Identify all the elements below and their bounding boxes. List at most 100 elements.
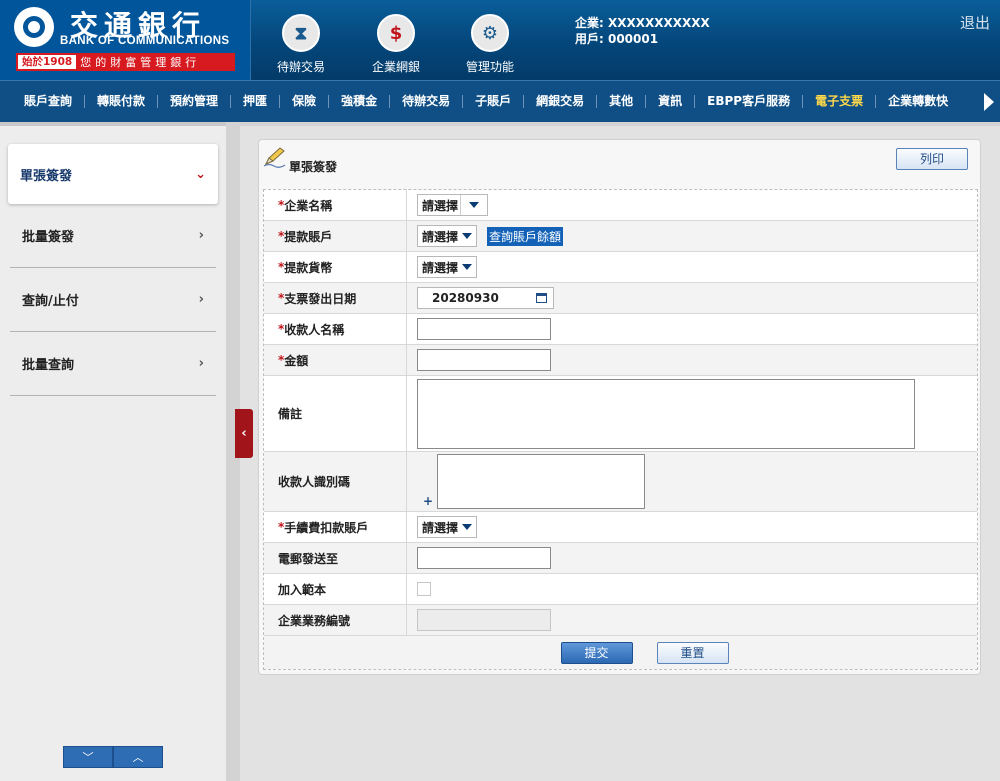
issue-date-label: 支票發出日期 (284, 291, 357, 306)
gears-icon: ⚙ (471, 14, 509, 52)
date-value: 20280930 (432, 291, 499, 305)
nav-corporate-banking[interactable]: $ 企業網銀 (361, 14, 431, 75)
fee-account-select[interactable]: 請選擇 (417, 516, 478, 538)
form-actions: 提交 重置 (264, 636, 977, 669)
submit-button[interactable]: 提交 (560, 641, 633, 664)
scroll-down-button[interactable]: ﹀ (63, 746, 113, 768)
currency-label: 提款貨幣 (284, 260, 333, 275)
menu-item[interactable]: EBPP客戶服務 (695, 95, 804, 108)
debit-account-select[interactable]: 請選擇 (417, 225, 478, 247)
form-row-add-template: 加入範本 (264, 574, 977, 605)
chevron-up-icon: ︿ (132, 751, 144, 764)
nav-management[interactable]: ⚙ 管理功能 (455, 14, 525, 75)
form-row-fee-account: * 手續費扣款賬戶 請選擇 (264, 512, 977, 543)
menu-item[interactable]: 押匯 (231, 95, 281, 108)
user-info: 企業: XXXXXXXXXXX 用戶: 000001 (575, 15, 710, 47)
payee-id-textarea[interactable] (437, 454, 646, 509)
remarks-textarea[interactable] (417, 378, 915, 449)
menu-item[interactable]: 賬戶查詢 (12, 95, 86, 108)
nav-label: 企業網銀 (371, 60, 420, 74)
chevron-down-icon: ⌄ (195, 166, 206, 182)
dropdown-arrow-icon (462, 524, 473, 530)
add-payee-id-button[interactable]: + (423, 494, 433, 508)
currency-select[interactable]: 請選擇 (417, 256, 478, 278)
main-menu-bar: 賬戶查詢 轉賬付款 預約管理 押匯 保險 強積金 待辦交易 子賬戶 網銀交易 其他 資訊 EBPP客戶… (0, 80, 1000, 122)
menu-item[interactable]: 其他 (597, 95, 647, 108)
logout-link[interactable]: 退出 (960, 12, 990, 33)
dropdown-arrow-icon (469, 202, 480, 208)
logo-tagline: 您的財富管理銀行 (80, 56, 201, 69)
dropdown-arrow-icon (462, 264, 473, 270)
form-row-company: * 企業名稱 請選擇 (264, 190, 977, 221)
payee-name-input[interactable] (417, 318, 551, 340)
sidebar-item-batch-query[interactable]: 批量查詢 › (10, 332, 216, 396)
business-ref-input (417, 609, 551, 631)
menu-item[interactable]: 預約管理 (158, 95, 232, 108)
menu-item[interactable]: 轉賬付款 (85, 95, 159, 108)
company-name-label: 企業名稱 (284, 198, 333, 213)
chevron-right-icon: › (198, 228, 204, 243)
company-id: 企業: XXXXXXXXXXX (575, 16, 710, 30)
sidebar-item-label: 批量查詢 (22, 358, 75, 373)
form-row-currency: * 提款貨幣 請選擇 (264, 252, 977, 283)
bank-logo[interactable]: 交通銀行 BANK OF COMMUNICATIONS 始於1908 您的財富管… (0, 0, 251, 80)
menu-item[interactable]: 資訊 (646, 95, 696, 108)
nav-pending-transactions[interactable]: ⧗ 待辦交易 (266, 14, 336, 75)
menu-item[interactable]: 電子支票 (803, 95, 877, 108)
sidebar-item-label: 批量簽發 (22, 230, 75, 245)
email-label: 電郵發送至 (278, 551, 339, 566)
chevron-left-icon: ‹ (241, 426, 247, 441)
page-title: 單張簽發 (289, 160, 338, 174)
nav-label: 待辦交易 (276, 60, 325, 74)
menu-item[interactable]: 強積金 (329, 95, 391, 108)
company-name-select[interactable]: 請選擇 (417, 194, 489, 216)
sidebar-scroll-buttons: ﹀ ︿ (63, 746, 163, 768)
fee-account-label: 手續費扣款賬戶 (284, 520, 369, 535)
user-id: 用戶: 000001 (575, 32, 659, 46)
reset-button[interactable]: 重置 (656, 641, 729, 664)
add-template-checkbox[interactable] (417, 582, 431, 596)
nav-label: 管理功能 (465, 60, 514, 74)
select-value: 請選擇 (422, 260, 459, 275)
sidebar-item-single-issue[interactable]: 單張簽發 ⌄ (8, 144, 218, 204)
menu-scroll-right-icon[interactable] (984, 93, 994, 111)
debit-account-label: 提款賬戶 (284, 229, 333, 244)
menu-item[interactable]: 待辦交易 (390, 95, 464, 108)
form-row-amount: * 金額 (264, 345, 977, 376)
calendar-icon[interactable] (536, 293, 547, 303)
scroll-up-button[interactable]: ︿ (113, 746, 163, 768)
chevron-right-icon: › (198, 356, 204, 371)
logo-since: 始於1908 (18, 55, 77, 69)
top-header: 交通銀行 BANK OF COMMUNICATIONS 始於1908 您的財富管… (0, 0, 1000, 80)
add-template-label: 加入範本 (278, 582, 327, 597)
sidebar-item-query-stop[interactable]: 查詢/止付 › (10, 268, 216, 332)
select-value: 請選擇 (422, 198, 459, 213)
issue-date-field[interactable]: 20280930 (417, 287, 554, 309)
menu-item[interactable]: 子賬戶 (463, 95, 525, 108)
dropdown-arrow-icon (462, 233, 473, 239)
form-row-issue-date: * 支票發出日期 20280930 (264, 283, 977, 314)
collapse-sidebar-button[interactable]: ‹ (235, 409, 253, 458)
form-row-remarks: 備註 (264, 376, 977, 452)
chevron-right-icon: › (198, 292, 204, 307)
query-balance-link[interactable]: 查詢賬戶餘額 (487, 226, 564, 246)
print-button[interactable]: 列印 (896, 148, 968, 170)
logo-english-name: BANK OF COMMUNICATIONS (60, 35, 230, 47)
amount-input[interactable] (417, 349, 551, 371)
form-row-payee-id: 收款人識別碼 + (264, 452, 977, 512)
select-value: 請選擇 (422, 229, 459, 244)
menu-item[interactable]: 網銀交易 (524, 95, 598, 108)
email-input[interactable] (417, 547, 551, 569)
menu-item[interactable]: 企業轉數快 (876, 95, 960, 108)
hourglass-icon: ⧗ (282, 14, 320, 52)
payee-id-label: 收款人識別碼 (278, 475, 351, 489)
sidebar-item-batch-issue[interactable]: 批量簽發 › (10, 204, 216, 268)
bank-emblem-icon (14, 7, 54, 47)
form-row-debit-account: * 提款賬戶 請選擇 查詢賬戶餘額 (264, 221, 977, 252)
menu-item[interactable]: 保險 (280, 95, 330, 108)
chevron-down-icon: ﹀ (82, 751, 94, 764)
sidebar-item-label: 單張簽發 (20, 168, 73, 184)
cheque-issue-form: * 企業名稱 請選擇 * 提款賬戶 請選擇 查詢賬戶餘額 * 提款貨幣 請選擇 … (263, 189, 978, 670)
single-issue-panel: 單張簽發 列印 * 企業名稱 請選擇 * 提款賬戶 請選擇 查詢賬戶餘額 * 提… (258, 139, 981, 675)
logo-slogan: 始於1908 您的財富管理銀行 (16, 53, 235, 71)
